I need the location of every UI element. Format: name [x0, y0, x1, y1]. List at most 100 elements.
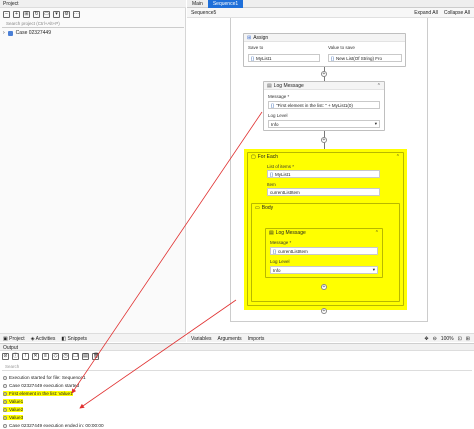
- error-filter-icon[interactable]: ✕: [32, 353, 39, 360]
- assign-activity[interactable]: ⊞ Assign Save to Value to save {} MyList…: [243, 33, 406, 67]
- value-to-save-label: Value to save: [328, 45, 355, 50]
- message-label: Message *: [268, 94, 290, 99]
- log-message-icon: ▤: [267, 82, 272, 89]
- designer-canvas[interactable]: ⊞ Assign Save to Value to save {} MyList…: [187, 18, 474, 332]
- message-field[interactable]: {} "First element in the list: " + MyLis…: [268, 101, 380, 109]
- item-label: Item: [267, 182, 276, 187]
- log-level-select[interactable]: Info ▾: [268, 120, 380, 128]
- chevron-down-icon: ▾: [374, 121, 377, 126]
- collapse-icon[interactable]: −: [3, 10, 10, 18]
- list-of-items-label: List of items *: [267, 164, 295, 169]
- overflow-icon[interactable]: ⋯: [73, 10, 80, 18]
- output-line: Value1: [3, 399, 24, 404]
- body-icon: ▭: [255, 205, 260, 211]
- save-to-field[interactable]: {} MyList1: [248, 54, 320, 62]
- tab-snippets[interactable]: ◧ Snippets: [61, 336, 87, 342]
- tab-activities[interactable]: ◈ Activities: [30, 336, 56, 342]
- tab-imports[interactable]: Imports: [248, 336, 265, 342]
- chevron-right-icon[interactable]: ›: [3, 30, 5, 36]
- expression-icon: {}: [273, 248, 277, 254]
- assign-title: Assign: [253, 34, 269, 41]
- output-search-input[interactable]: Search: [2, 364, 472, 371]
- project-panel: Project − + ⊞ ↻ ▭ ▾ ⚙ ⋯ Search project (…: [0, 0, 186, 342]
- collapse-icon[interactable]: ⌃: [396, 154, 400, 160]
- add-activity-button[interactable]: +: [321, 284, 327, 290]
- info-icon: [3, 407, 7, 412]
- editor-tabs: Main Sequence1: [187, 0, 474, 8]
- expression-icon: {}: [251, 55, 255, 61]
- delete-icon[interactable]: 🗑: [92, 353, 99, 360]
- tab-project[interactable]: ▣ Project: [3, 336, 25, 342]
- fit-screen-icon[interactable]: ⊡: [458, 336, 462, 342]
- info-icon: [3, 423, 7, 428]
- verbose-filter-icon[interactable]: ◇: [52, 353, 59, 360]
- output-toolbar: ⊘ ⓘ ! ✕ ≡ ◇ ◷ ❐ ▤ 🗑: [2, 353, 99, 360]
- info-icon: [3, 399, 7, 404]
- log-message-icon: ▤: [269, 230, 274, 236]
- log-message-activity-2[interactable]: ▤ Log Message ⌃ Message * {} currentList…: [265, 228, 383, 278]
- left-panel-tabs: ▣ Project ◈ Activities ◧ Snippets: [0, 333, 186, 342]
- message-field[interactable]: {} currentListItem: [270, 247, 378, 255]
- add-activity-button[interactable]: +: [321, 137, 327, 143]
- zoom-out-icon[interactable]: ⊖: [433, 336, 437, 342]
- gear-icon[interactable]: ⚙: [63, 10, 70, 18]
- refresh-icon[interactable]: ↻: [33, 10, 40, 18]
- trace-filter-icon[interactable]: ≡: [42, 353, 49, 360]
- expression-icon: {}: [271, 102, 275, 108]
- output-line: Value2: [3, 407, 24, 412]
- assign-icon: ⊞: [247, 34, 252, 41]
- expression-icon: {}: [331, 55, 335, 61]
- tab-sequence1[interactable]: Sequence1: [207, 0, 244, 8]
- tab-variables[interactable]: Variables: [191, 336, 211, 342]
- snippets-icon: ◧: [61, 336, 67, 342]
- foreach-title: For Each: [257, 154, 279, 160]
- collapse-all-button[interactable]: Collapse All: [444, 10, 470, 16]
- info-icon: [3, 415, 7, 420]
- list-of-items-field[interactable]: {} MyList1: [267, 170, 380, 178]
- body-title: Body: [261, 205, 274, 211]
- copy-icon[interactable]: ❐: [72, 353, 79, 360]
- expand-all-button[interactable]: Expand All: [414, 10, 438, 16]
- foreach-activity[interactable]: ▢ For Each ⌃ List of items * {} MyList1 …: [247, 152, 404, 306]
- output-line: Value3: [3, 415, 24, 420]
- add-activity-button[interactable]: +: [321, 71, 327, 77]
- output-title: Output: [0, 344, 474, 351]
- designer-bottom-tabs: Variables Arguments Imports ✥ ⊖ 100% ⊡ ⊞: [187, 333, 474, 342]
- project-tab-icon: ▣: [3, 336, 8, 342]
- message-label: Message *: [270, 240, 292, 245]
- breadcrumb-item[interactable]: Sequence5: [191, 10, 216, 16]
- filter-icon[interactable]: ▾: [53, 10, 60, 18]
- clear-icon[interactable]: ⊘: [2, 353, 9, 360]
- project-icon: [7, 30, 13, 36]
- body-container: ▭ Body ▤ Log Message ⌃ Message * {} curr…: [251, 203, 400, 302]
- collapse-icon[interactable]: ⌃: [375, 230, 379, 236]
- info-filter-icon[interactable]: ⓘ: [12, 353, 19, 360]
- log-message-title: Log Message: [273, 82, 304, 89]
- output-line: First element in the list: Value1: [3, 391, 73, 396]
- project-search-input[interactable]: Search project (Ctrl+Alt+P): [2, 20, 184, 28]
- collapse-icon[interactable]: ⌃: [377, 83, 381, 89]
- open-logs-icon[interactable]: ▤: [82, 353, 89, 360]
- warning-filter-icon[interactable]: !: [22, 353, 29, 360]
- expand-icon[interactable]: +: [13, 10, 20, 18]
- info-icon: [3, 383, 7, 388]
- value-to-save-field[interactable]: {} New List(Of String) Fro: [328, 54, 402, 62]
- add-activity-button[interactable]: +: [321, 308, 327, 314]
- zoom-level[interactable]: 100%: [441, 336, 454, 342]
- activities-icon: ◈: [30, 336, 35, 342]
- foreach-icon: ▢: [251, 154, 256, 160]
- pan-icon[interactable]: ✥: [424, 336, 428, 342]
- tab-arguments[interactable]: Arguments: [217, 336, 241, 342]
- log-message-title: Log Message: [275, 230, 306, 236]
- folder-icon[interactable]: ▭: [43, 10, 50, 18]
- tab-main[interactable]: Main: [187, 0, 208, 8]
- tree-item-project[interactable]: › Case 02327449: [3, 30, 51, 36]
- item-field[interactable]: currentListItem: [267, 188, 380, 196]
- overview-icon[interactable]: ⊞: [466, 336, 470, 342]
- new-icon[interactable]: ⊞: [23, 10, 30, 18]
- log-message-activity-1[interactable]: ▤ Log Message ⌃ Message * {} "First elem…: [263, 81, 385, 131]
- log-level-select[interactable]: Info ▾: [270, 266, 378, 274]
- project-panel-title: Project: [0, 0, 186, 8]
- timestamp-icon[interactable]: ◷: [62, 353, 69, 360]
- info-icon: [3, 391, 7, 396]
